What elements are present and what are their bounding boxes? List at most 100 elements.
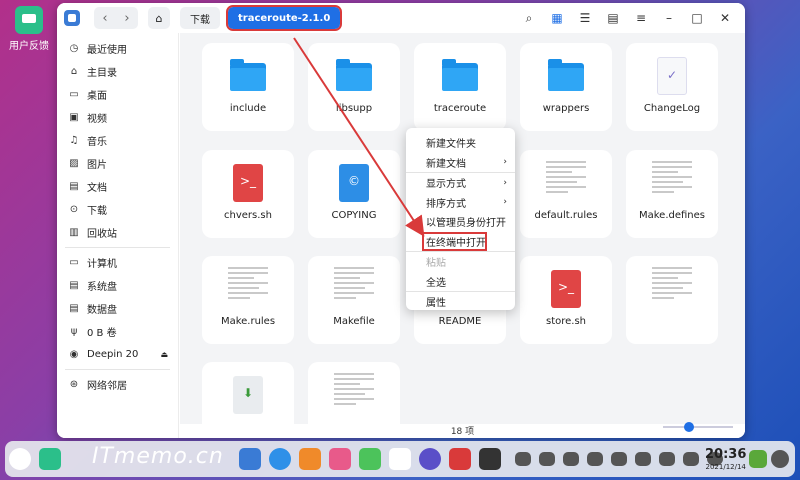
- search-icon[interactable]: ⌕: [515, 7, 543, 29]
- context-menu-item[interactable]: 属性: [406, 292, 515, 312]
- breadcrumb-downloads[interactable]: 下载: [180, 7, 220, 29]
- context-menu-item[interactable]: 显示方式 ›: [406, 173, 515, 193]
- context-menu-item[interactable]: 排序方式 ›: [406, 193, 515, 213]
- breadcrumb-root-icon[interactable]: ⌂: [148, 7, 170, 29]
- menu-icon[interactable]: ≡: [627, 7, 655, 29]
- search-tray-icon[interactable]: [659, 452, 675, 466]
- keyboard-icon[interactable]: [515, 452, 531, 466]
- shell-script-icon: >_: [551, 270, 581, 308]
- sidebar-item[interactable]: ◉ Deepin 20 ⏏: [57, 343, 178, 366]
- context-menu-label: 新建文件夹: [426, 139, 476, 151]
- sidebar-item[interactable]: ▥ 回收站: [57, 221, 178, 244]
- volume-icon[interactable]: [587, 452, 603, 466]
- file-item[interactable]: Make.rules: [202, 256, 294, 344]
- file-item[interactable]: wrappers: [520, 43, 612, 131]
- usb-tray-icon[interactable]: [539, 452, 555, 466]
- file-item[interactable]: Makefile: [308, 256, 400, 344]
- screenshot-icon[interactable]: [611, 452, 627, 466]
- sidebar-item[interactable]: ♫ 音乐: [57, 129, 178, 152]
- context-menu-item[interactable]: 以管理员身份打开: [406, 212, 515, 232]
- sidebar-item-label: 视频: [87, 114, 107, 125]
- sidebar-item[interactable]: ▭ 计算机: [57, 251, 178, 274]
- clock[interactable]: 20:36 2021/12/14: [705, 448, 746, 474]
- sidebar-item[interactable]: ▨ 图片: [57, 152, 178, 175]
- nav-buttons: ‹ ›: [94, 7, 138, 29]
- desktop-icon-label: 用户反馈: [9, 41, 49, 52]
- sidebar-item[interactable]: ◷ 最近使用: [57, 37, 178, 60]
- calendar-icon[interactable]: [389, 448, 411, 470]
- file-item[interactable]: ✓ ChangeLog: [626, 43, 718, 131]
- context-menu-item[interactable]: 在终端中打开: [422, 231, 487, 251]
- user-tray-icon[interactable]: [749, 450, 767, 468]
- sidebar-item[interactable]: ▤ 文档: [57, 175, 178, 198]
- display-icon[interactable]: [683, 452, 699, 466]
- file-item[interactable]: [308, 362, 400, 424]
- zoom-slider-knob[interactable]: [684, 422, 694, 432]
- sidebar-item[interactable]: ▤ 系统盘: [57, 274, 178, 297]
- file-item[interactable]: libsupp: [308, 43, 400, 131]
- sidebar-item[interactable]: ⌂ 主目录: [57, 60, 178, 83]
- sidebar-item[interactable]: ▤ 数据盘: [57, 297, 178, 320]
- file-item[interactable]: include: [202, 43, 294, 131]
- file-item[interactable]: traceroute: [414, 43, 506, 131]
- photos-icon[interactable]: [329, 448, 351, 470]
- usb-icon: ψ: [70, 326, 78, 337]
- file-item[interactable]: © COPYING: [308, 150, 400, 238]
- minimize-icon[interactable]: –: [655, 7, 683, 29]
- clock-date: 2021/12/14: [705, 463, 746, 471]
- submenu-arrow-icon: ›: [503, 177, 507, 188]
- context-menu-item[interactable]: 新建文件夹: [406, 133, 515, 153]
- maximize-icon[interactable]: □: [683, 7, 711, 29]
- printer-icon[interactable]: [479, 448, 501, 470]
- file-item[interactable]: [626, 256, 718, 344]
- file-item[interactable]: >_ store.sh: [520, 256, 612, 344]
- item-count: 18 项: [450, 427, 475, 437]
- sidebar-item-label: 下载: [87, 206, 107, 217]
- context-menu-label: 新建文档: [426, 158, 466, 170]
- file-manager-dock-icon[interactable]: [239, 448, 261, 470]
- context-menu-item[interactable]: 全选: [406, 272, 515, 292]
- network-tray-icon[interactable]: [635, 452, 651, 466]
- detail-view-icon[interactable]: ▤: [599, 7, 627, 29]
- context-menu-label: 在终端中打开: [426, 237, 486, 249]
- sidebar-item-label: 音乐: [87, 137, 107, 148]
- music-app-icon[interactable]: [359, 448, 381, 470]
- context-menu-label: 全选: [426, 277, 446, 289]
- store-icon[interactable]: [299, 448, 321, 470]
- close-icon[interactable]: ✕: [711, 7, 739, 29]
- sidebar-item[interactable]: ▣ 视频: [57, 106, 178, 129]
- sidebar-item-label: Deepin 20: [87, 349, 139, 360]
- back-button[interactable]: ‹: [94, 7, 116, 29]
- file-name: Makefile: [333, 316, 375, 327]
- file-name: libsupp: [335, 103, 373, 114]
- file-name: COPYING: [331, 210, 377, 221]
- zoom-slider[interactable]: [663, 422, 733, 432]
- sidebar-item[interactable]: ▭ 桌面: [57, 83, 178, 106]
- notification-icon[interactable]: [771, 450, 789, 468]
- icon-view-icon[interactable]: ▦: [543, 7, 571, 29]
- context-menu-label: 以管理员身份打开: [426, 218, 506, 230]
- sidebar-item[interactable]: ⊛ 网络邻居: [57, 373, 178, 396]
- eject-icon[interactable]: ⏏: [160, 350, 168, 359]
- context-menu-item[interactable]: 新建文档 ›: [406, 153, 515, 173]
- terminal-icon[interactable]: [449, 448, 471, 470]
- sidebar-item[interactable]: ψ 0 B 卷: [57, 320, 178, 343]
- breadcrumb-current[interactable]: traceroute-2.1.0: [225, 5, 343, 31]
- list-view-icon[interactable]: ☰: [571, 7, 599, 29]
- file-item[interactable]: ⬇: [202, 362, 294, 424]
- forward-button[interactable]: ›: [116, 7, 138, 29]
- multitask-icon[interactable]: [39, 448, 61, 470]
- desktop-feedback-icon[interactable]: 用户反馈: [6, 6, 52, 52]
- clipboard-icon[interactable]: [563, 452, 579, 466]
- file-item[interactable]: default.rules: [520, 150, 612, 238]
- sidebar-item-label: 桌面: [87, 91, 107, 102]
- settings-icon[interactable]: [419, 448, 441, 470]
- sidebar-item[interactable]: ⊙ 下载: [57, 198, 178, 221]
- file-item[interactable]: >_ chvers.sh: [202, 150, 294, 238]
- file-item[interactable]: Make.defines: [626, 150, 718, 238]
- feedback-app-icon: [15, 6, 43, 34]
- text-file-icon: [650, 264, 694, 310]
- browser-icon[interactable]: [269, 448, 291, 470]
- launcher-icon[interactable]: [9, 448, 31, 470]
- sidebar-item-label: 0 B 卷: [87, 328, 117, 339]
